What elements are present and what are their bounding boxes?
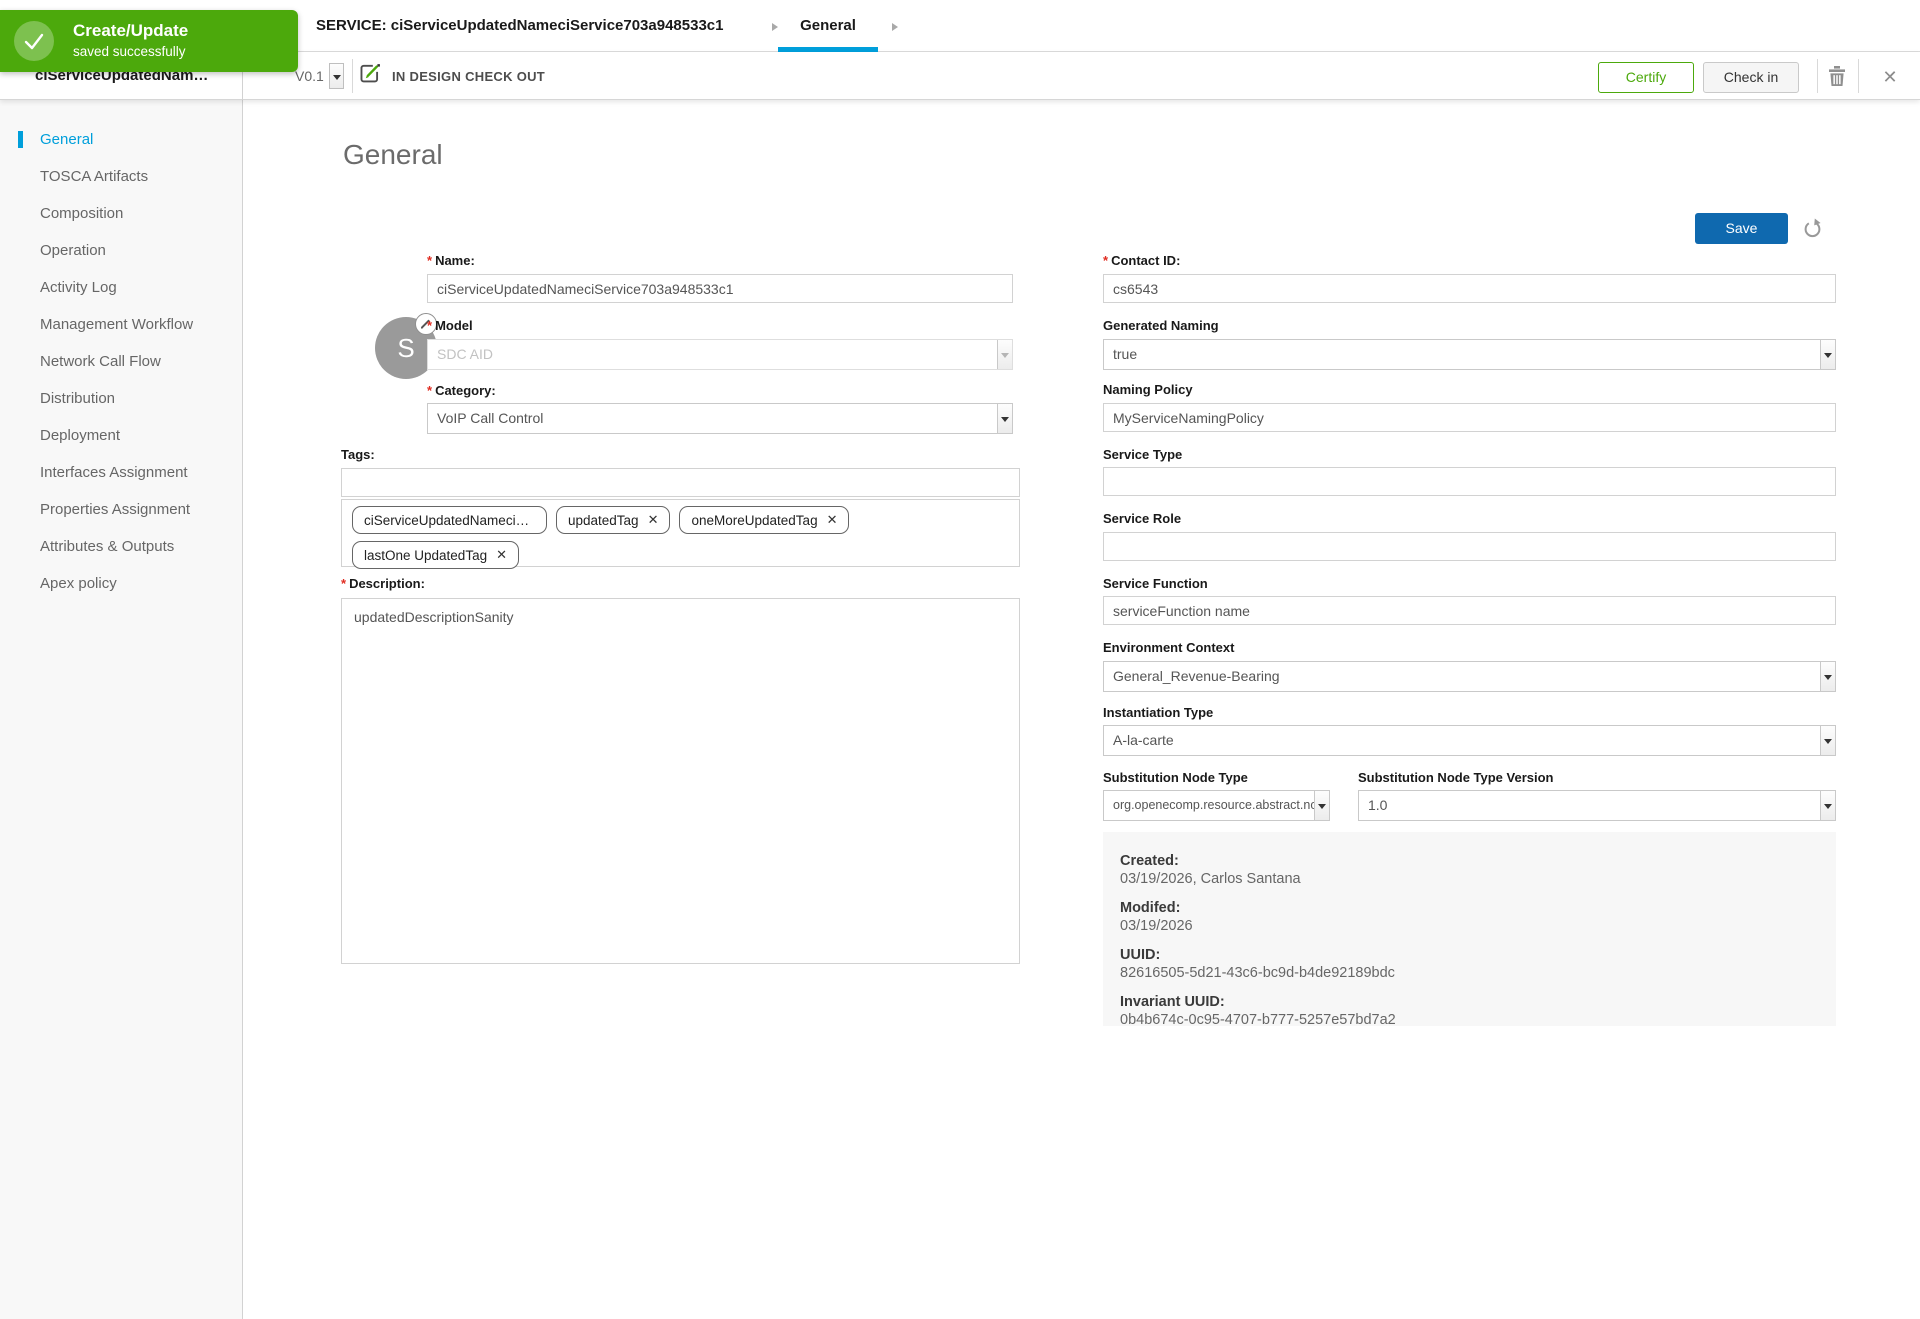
substitution-node-type-label: Substitution Node Type — [1103, 770, 1248, 785]
tab-general-label: General — [800, 17, 856, 34]
checkin-button[interactable]: Check in — [1703, 62, 1799, 93]
tags-input[interactable] — [341, 468, 1020, 497]
sidebar-item-composition[interactable]: Composition — [0, 195, 242, 232]
close-icon[interactable]: ✕ — [1875, 62, 1905, 92]
service-type-label: Service Type — [1103, 447, 1183, 462]
design-checkout-icon — [357, 61, 382, 91]
check-circle-icon — [14, 21, 54, 61]
naming-policy-input[interactable] — [1103, 403, 1836, 432]
certify-button[interactable]: Certify — [1598, 62, 1694, 93]
uuid-value: 82616505-5d21-43c6-bc9d-b4de92189bdc — [1120, 965, 1395, 981]
sidebar-item-network-call-flow[interactable]: Network Call Flow — [0, 343, 242, 380]
chevron-down-icon — [997, 404, 1012, 433]
service-function-label: Service Function — [1103, 576, 1208, 591]
substitution-node-type-version-label: Substitution Node Type Version — [1358, 770, 1554, 785]
page-title: General — [343, 139, 443, 170]
sidebar-item-activity-log[interactable]: Activity Log — [0, 269, 242, 306]
description-label: * Description: — [341, 576, 425, 591]
lifecycle-state-label: IN DESIGN CHECK OUT — [392, 68, 546, 84]
chevron-down-icon — [1314, 791, 1329, 820]
uuid-label: UUID: — [1120, 947, 1161, 963]
toast-title: Create/Update — [73, 21, 189, 40]
contact-id-input[interactable] — [1103, 274, 1836, 303]
version-dropdown[interactable] — [329, 63, 344, 89]
toolbar-divider — [352, 59, 353, 93]
description-textarea[interactable]: updatedDescriptionSanity — [341, 598, 1020, 964]
environment-context-select[interactable]: General_Revenue-Bearing — [1103, 661, 1836, 692]
sidebar-item-apex-policy[interactable]: Apex policy — [0, 565, 242, 602]
created-label: Created: — [1120, 853, 1179, 869]
environment-context-label: Environment Context — [1103, 640, 1235, 655]
service-role-input[interactable] — [1103, 532, 1836, 561]
service-function-input[interactable] — [1103, 596, 1836, 625]
tags-list: ciServiceUpdatedNameciServic... updatedT… — [341, 499, 1020, 569]
contact-id-label: * Contact ID: — [1103, 253, 1181, 268]
name-label: * Name: — [427, 253, 475, 268]
naming-policy-label: Naming Policy — [1103, 382, 1193, 397]
invariant-uuid-label: Invariant UUID: — [1120, 994, 1225, 1010]
tag-remove-icon[interactable]: ✕ — [496, 547, 507, 563]
created-value: 03/19/2026, Carlos Santana — [1120, 871, 1301, 887]
name-input[interactable] — [427, 274, 1013, 303]
sidebar-item-tosca-artifacts[interactable]: TOSCA Artifacts — [0, 158, 242, 195]
service-role-label: Service Role — [1103, 511, 1182, 526]
sidebar-nav: General TOSCA Artifacts Composition Oper… — [0, 100, 243, 1319]
chevron-down-icon — [1820, 662, 1835, 691]
sidebar-item-general[interactable]: General — [0, 121, 242, 158]
tags-label: Tags: — [341, 447, 375, 462]
model-label: * Model — [427, 318, 473, 333]
save-button[interactable]: Save — [1695, 213, 1788, 244]
toast-subtitle: saved successfully — [73, 44, 186, 59]
tag-chip: ciServiceUpdatedNameciServic... — [352, 506, 547, 534]
substitution-node-type-version-select[interactable]: 1.0 — [1358, 790, 1836, 821]
modified-label: Modifed: — [1120, 900, 1181, 916]
chevron-down-icon — [997, 340, 1012, 369]
modified-value: 03/19/2026 — [1120, 918, 1193, 934]
tag-chip: updatedTag ✕ — [556, 506, 671, 534]
chevron-down-icon — [1820, 726, 1835, 755]
sidebar-item-interfaces-assignment[interactable]: Interfaces Assignment — [0, 454, 242, 491]
chevron-down-icon — [1820, 791, 1835, 820]
service-type-input[interactable] — [1103, 467, 1836, 496]
instantiation-type-label: Instantiation Type — [1103, 705, 1214, 720]
sidebar-item-deployment[interactable]: Deployment — [0, 417, 242, 454]
toolbar-divider — [1858, 59, 1859, 93]
version-value: V0.1 — [295, 68, 324, 84]
tag-remove-icon[interactable]: ✕ — [648, 512, 659, 528]
sidebar-item-management-workflow[interactable]: Management Workflow — [0, 306, 242, 343]
sidebar-item-attributes-outputs[interactable]: Attributes & Outputs — [0, 528, 242, 565]
sidebar-item-properties-assignment[interactable]: Properties Assignment — [0, 491, 242, 528]
generated-naming-label: Generated Naming — [1103, 318, 1219, 333]
metadata-box: Created: 03/19/2026, Carlos Santana Modi… — [1103, 832, 1836, 1028]
tag-remove-icon[interactable]: ✕ — [827, 512, 838, 528]
lifecycle-state: IN DESIGN CHECK OUT — [357, 52, 545, 100]
tag-chip: lastOne UpdatedTag ✕ — [352, 541, 519, 569]
sidebar-item-distribution[interactable]: Distribution — [0, 380, 242, 417]
tag-chip: oneMoreUpdatedTag ✕ — [679, 506, 850, 534]
sdc-general-page: SERVICE: ciServiceUpdatedNameciService70… — [0, 0, 1920, 1319]
delete-trash-icon[interactable] — [1827, 65, 1847, 92]
revert-refresh-icon[interactable] — [1801, 217, 1824, 245]
substitution-node-type-select[interactable]: org.openecomp.resource.abstract.nodes.se… — [1103, 790, 1330, 821]
category-label: * Category: — [427, 383, 496, 398]
sidebar-item-operation[interactable]: Operation — [0, 232, 242, 269]
tab-general[interactable]: General — [778, 0, 878, 52]
invariant-uuid-value: 0b4b674c-0c95-4707-b777-5257e57bd7a2 — [1120, 1012, 1396, 1028]
generated-naming-select[interactable]: true — [1103, 339, 1836, 370]
category-select[interactable]: VoIP Call Control — [427, 403, 1013, 434]
chevron-down-icon — [1820, 340, 1835, 369]
breadcrumb-arrow-icon — [892, 23, 898, 31]
success-toast[interactable]: Create/Update saved successfully — [0, 10, 298, 72]
breadcrumb: SERVICE: ciServiceUpdatedNameciService70… — [316, 17, 724, 34]
model-select[interactable]: SDC AID — [427, 339, 1013, 370]
toolbar-divider — [1817, 59, 1818, 93]
instantiation-type-select[interactable]: A-la-carte — [1103, 725, 1836, 756]
